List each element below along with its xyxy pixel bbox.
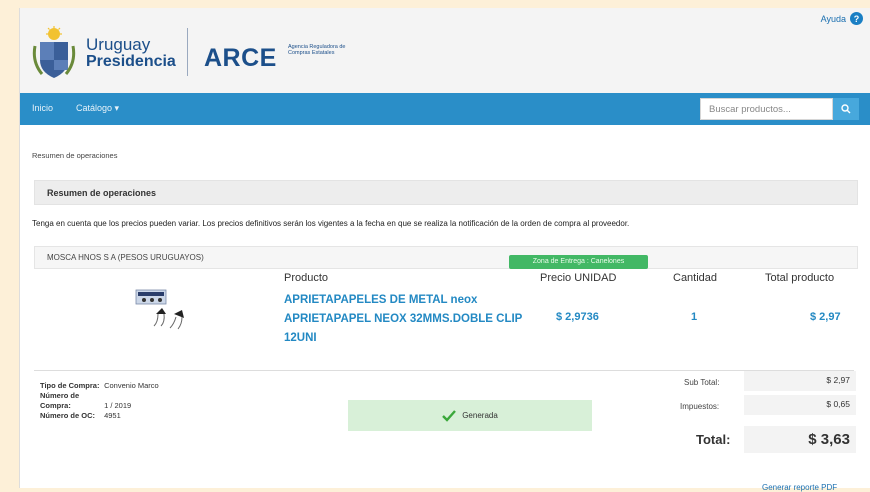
product-name-link[interactable]: APRIETAPAPELES DE METAL neox APRIETAPAPE… bbox=[284, 291, 534, 348]
supplier-header: MOSCA HNOS S A (PESOS URUGUAYOS) bbox=[34, 246, 858, 269]
breadcrumb: Resumen de operaciones bbox=[32, 151, 118, 160]
product-total: $ 2,97 bbox=[810, 311, 841, 323]
search-icon bbox=[841, 104, 851, 114]
col-header-quantity: Cantidad bbox=[673, 272, 718, 284]
search-button[interactable] bbox=[833, 98, 859, 120]
purchase-number-label: Número de Compra: bbox=[40, 391, 80, 410]
col-header-product: Producto bbox=[284, 272, 329, 284]
oc-number-label: Número de OC: bbox=[40, 411, 96, 420]
site-header: Ayuda ? Uruguay Presidencia ARCE Agencia… bbox=[20, 8, 870, 93]
help-link[interactable]: Ayuda ? bbox=[821, 12, 863, 25]
help-label: Ayuda bbox=[820, 13, 846, 24]
oc-number-value: 4951 bbox=[104, 411, 121, 420]
section-divider bbox=[34, 370, 854, 371]
purchase-type-label: Tipo de Compra: bbox=[40, 381, 100, 390]
uruguay-seal-icon bbox=[32, 26, 76, 78]
nav-home[interactable]: Inicio bbox=[32, 103, 53, 113]
subtotal-value: $ 2,97 bbox=[744, 371, 856, 391]
quantity: 1 bbox=[691, 311, 698, 323]
search-input[interactable]: Buscar productos... bbox=[700, 98, 833, 120]
purchase-number-value: 1 / 2019 bbox=[104, 401, 132, 410]
arce-logo: ARCE bbox=[204, 44, 277, 72]
logo-presidencia: Presidencia bbox=[86, 53, 176, 70]
top-band bbox=[0, 0, 870, 8]
status-badge: Generada bbox=[348, 400, 592, 431]
panel-title: Resumen de operaciones bbox=[34, 180, 858, 205]
total-label: Total: bbox=[696, 432, 731, 447]
tax-label: Impuestos: bbox=[680, 402, 720, 411]
total-value: $ 3,63 bbox=[744, 426, 856, 453]
status-label: Generada bbox=[462, 411, 498, 420]
logo-uruguay: Uruguay bbox=[86, 35, 151, 54]
col-header-unit-price: Precio UNIDAD bbox=[540, 272, 617, 284]
help-icon: ? bbox=[850, 12, 863, 25]
arce-subtitle: Agencia Reguladora de Compras Estatales bbox=[288, 44, 346, 56]
col-header-total: Total producto bbox=[765, 272, 835, 284]
checkmark-icon bbox=[442, 409, 457, 422]
product-image bbox=[135, 289, 184, 330]
tax-value: $ 0,65 bbox=[744, 395, 856, 415]
subtotal-label: Sub Total: bbox=[684, 378, 720, 387]
main-navbar: Inicio Catálogo ▾ Buscar productos... bbox=[20, 93, 870, 125]
nav-catalog-dropdown[interactable]: Catálogo ▾ bbox=[76, 103, 119, 114]
order-meta: Tipo de Compra: Convenio Marco Número de… bbox=[40, 381, 159, 421]
presidencia-logo: Uruguay Presidencia bbox=[86, 36, 176, 70]
purchase-type-value: Convenio Marco bbox=[104, 381, 159, 390]
price-notice: Tenga en cuenta que los precios pueden v… bbox=[32, 219, 630, 228]
delivery-zone-badge: Zona de Entrega : Canelones bbox=[509, 255, 648, 269]
logo-divider bbox=[187, 28, 188, 76]
unit-price: $ 2,9736 bbox=[556, 311, 599, 323]
page-frame: Ayuda ? Uruguay Presidencia ARCE Agencia… bbox=[19, 8, 870, 492]
